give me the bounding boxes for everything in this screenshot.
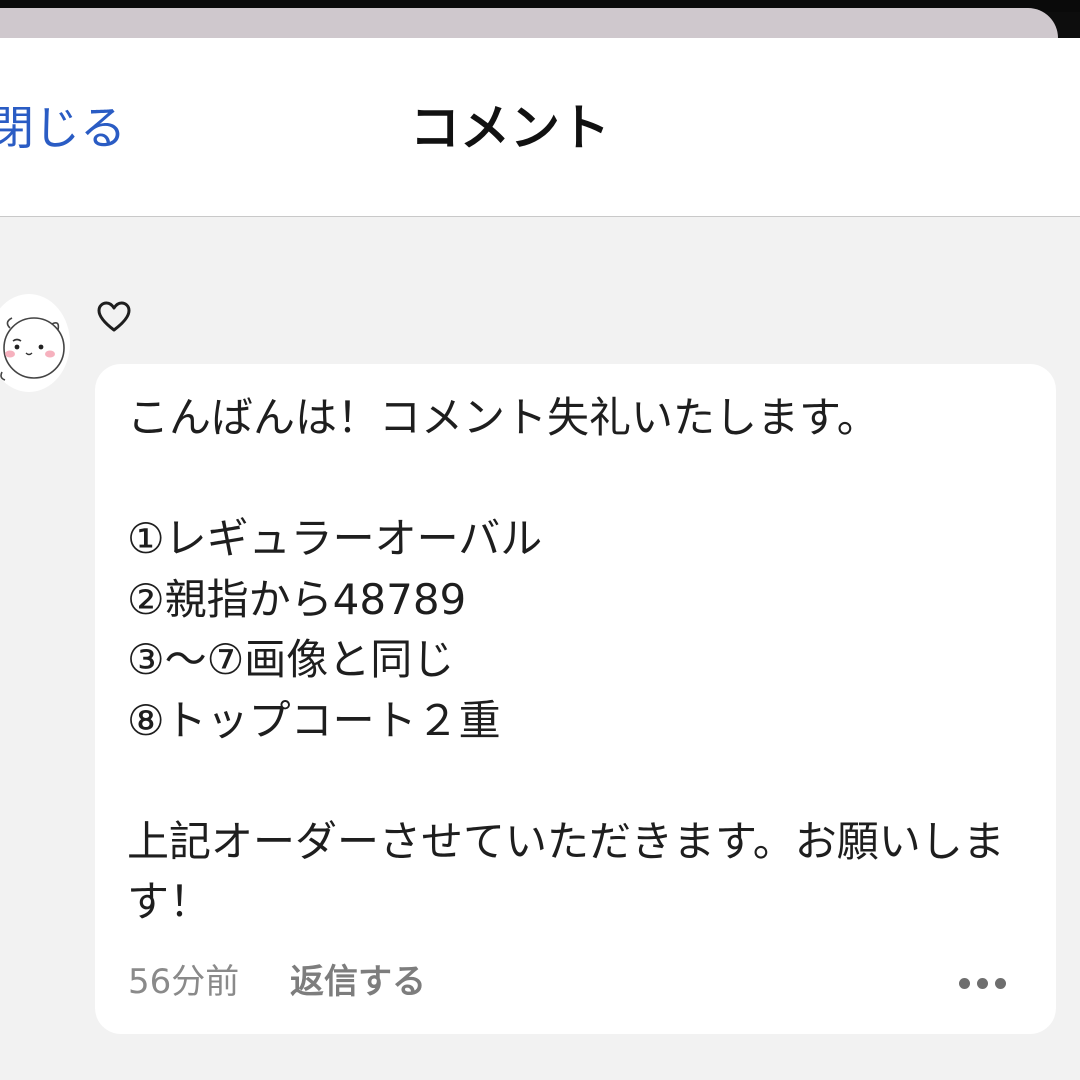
more-dots-icon[interactable] [957,974,1009,994]
hamster-avatar-icon [0,317,65,381]
comment-bubble: こんばんは！コメント失礼いたします。 ①レギュラーオーバル ②親指から48789… [95,364,1056,1034]
heart-outline-icon[interactable] [96,300,132,334]
page-title: コメント [410,99,610,157]
comment-timestamp: 56分前 [128,962,240,1002]
more-dot [995,978,1006,989]
sheet-header: 閉じる コメント [0,38,1080,217]
avatar[interactable] [0,294,70,392]
more-dot [959,978,970,989]
reply-button[interactable]: 返信する [290,960,426,1004]
comments-sheet: 閉じる コメント こんばんは！コメント失礼いたします。 ①レギュラーオーバル ②… [0,38,1080,1080]
more-dot [977,978,988,989]
comment-text: こんばんは！コメント失礼いたします。 ①レギュラーオーバル ②親指から48789… [127,393,1005,926]
